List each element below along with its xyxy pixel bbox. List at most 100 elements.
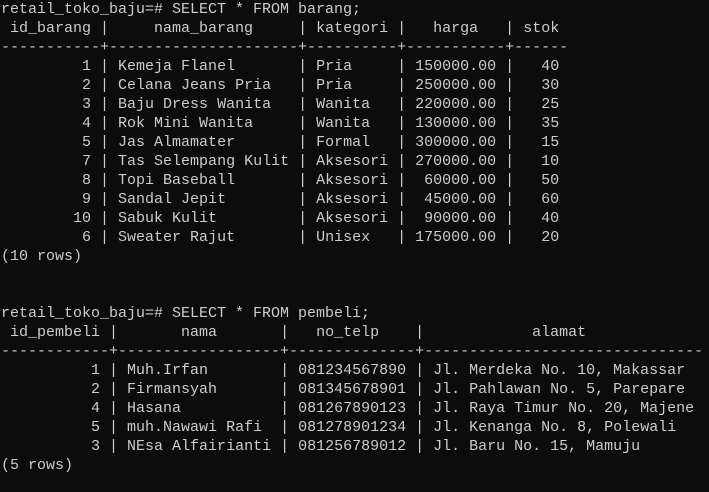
cell-nama: Muh.Irfan: [127, 362, 209, 379]
terminal-window[interactable]: retail_toko_baju=# SELECT * FROM barang;…: [0, 0, 709, 475]
column-header-no_telp: no_telp: [316, 324, 380, 341]
cell-nama_barang: Jas Almamater: [118, 134, 236, 151]
table-row: 7 | Tas Selempang Kulit | Aksesori | 270…: [82, 153, 560, 170]
cell-alamat: Jl. Baru No. 15, Mamuju: [433, 438, 641, 455]
cell-alamat: Jl. Raya Timur No. 20, Majene: [433, 400, 695, 417]
table-row: 5 | muh.Nawawi Rafi | 081278901234 | Jl.…: [91, 419, 677, 436]
cell-nama_barang: Sabuk Kulit: [118, 210, 218, 227]
cell-stok: 50: [541, 172, 560, 189]
table-row: 2 | Celana Jeans Pria | Pria | 250000.00…: [82, 77, 560, 94]
cell-id_barang: 10: [73, 210, 92, 227]
cell-stok: 35: [541, 115, 560, 132]
cell-id_pembeli: 1: [91, 362, 101, 379]
cell-id_barang: 5: [82, 134, 92, 151]
cell-id_barang: 4: [82, 115, 92, 132]
column-header-kategori: kategori: [316, 20, 389, 37]
table-row: 1 | Kemeja Flanel | Pria | 150000.00 | 4…: [82, 58, 560, 75]
table-separator: ------------+------------------+--------…: [1, 343, 704, 360]
cell-kategori: Wanita: [316, 96, 371, 113]
cell-kategori: Aksesori: [316, 191, 389, 208]
cell-harga: 270000.00: [415, 153, 497, 170]
row-count-text: (10 rows): [1, 248, 83, 265]
cell-harga: 175000.00: [415, 229, 497, 246]
table-row: 4 | Hasana | 081267890123 | Jl. Raya Tim…: [91, 400, 695, 417]
table-row: 3 | NEsa Alfairianti | 081256789012 | Jl…: [91, 438, 641, 455]
cell-id_barang: 7: [82, 153, 92, 170]
cell-kategori: Pria: [316, 77, 353, 94]
cell-nama_barang: Topi Baseball: [118, 172, 236, 189]
cell-no_telp: 081234567890: [298, 362, 407, 379]
cell-no_telp: 081267890123: [298, 400, 407, 417]
cell-harga: 45000.00: [424, 191, 497, 208]
cell-harga: 150000.00: [415, 58, 497, 75]
cell-stok: 60: [541, 191, 560, 208]
column-header-id_barang: id_barang: [10, 20, 92, 37]
cell-nama_barang: Sandal Jepit: [118, 191, 227, 208]
cell-stok: 30: [541, 77, 560, 94]
cell-stok: 40: [541, 58, 560, 75]
cell-id_barang: 9: [82, 191, 92, 208]
cell-nama: muh.Nawawi Rafi: [127, 419, 263, 436]
cell-stok: 20: [541, 229, 560, 246]
table-row: 9 | Sandal Jepit | Aksesori | 45000.00 |…: [82, 191, 560, 208]
prompt-text: retail_toko_baju=# SELECT * FROM pembeli…: [1, 305, 371, 322]
cell-id_barang: 2: [82, 77, 92, 94]
cell-alamat: Jl. Kenanga No. 8, Polewali: [433, 419, 677, 436]
cell-kategori: Aksesori: [316, 153, 389, 170]
table-header: id_barang | nama_barang | kategori | har…: [10, 20, 560, 37]
table-row: 8 | Topi Baseball | Aksesori | 60000.00 …: [82, 172, 560, 189]
cell-harga: 220000.00: [415, 96, 497, 113]
table-row: 10 | Sabuk Kulit | Aksesori | 90000.00 |…: [73, 210, 560, 227]
command-prompt: retail_toko_baju=# SELECT * FROM pembeli…: [1, 304, 709, 323]
row-count: (10 rows): [1, 247, 709, 266]
row-count: (5 rows): [1, 456, 709, 475]
cell-id_pembeli: 5: [91, 419, 101, 436]
cell-harga: 90000.00: [424, 210, 497, 227]
table-row: 2 | Firmansyah | 081345678901 | Jl. Pahl…: [91, 381, 686, 398]
cell-alamat: Jl. Merdeka No. 10, Makassar: [433, 362, 686, 379]
column-header-stok: stok: [523, 20, 560, 37]
cell-id_barang: 3: [82, 96, 92, 113]
cell-harga: 300000.00: [415, 134, 497, 151]
cell-id_pembeli: 3: [91, 438, 101, 455]
cell-nama_barang: Kemeja Flanel: [118, 58, 236, 75]
table-row: 1 | Muh.Irfan | 081234567890 | Jl. Merde…: [91, 362, 686, 379]
cell-nama: Hasana: [127, 400, 182, 417]
column-header-harga: harga: [433, 20, 479, 37]
cell-kategori: Unisex: [316, 229, 371, 246]
table-row: 4 | Rok Mini Wanita | Wanita | 130000.00…: [82, 115, 560, 132]
cell-nama_barang: Baju Dress Wanita: [118, 96, 272, 113]
column-header-nama: nama: [181, 324, 218, 341]
cell-no_telp: 081256789012: [298, 438, 407, 455]
cell-stok: 40: [541, 210, 560, 227]
cell-no_telp: 081278901234: [298, 419, 407, 436]
cell-stok: 15: [541, 134, 560, 151]
cell-nama_barang: Celana Jeans Pria: [118, 77, 272, 94]
cell-nama_barang: Rok Mini Wanita: [118, 115, 254, 132]
command-prompt: retail_toko_baju=# SELECT * FROM barang;: [1, 0, 709, 19]
table-row: 5 | Jas Almamater | Formal | 300000.00 |…: [82, 134, 560, 151]
cell-alamat: Jl. Pahlawan No. 5, Parepare: [433, 381, 686, 398]
cell-id_barang: 6: [82, 229, 92, 246]
cell-nama_barang: Sweater Rajut: [118, 229, 236, 246]
table-header: id_pembeli | nama | no_telp | alamat: [10, 324, 587, 341]
cell-harga: 60000.00: [424, 172, 497, 189]
table-separator: -----------+---------------------+------…: [1, 39, 569, 56]
cell-stok: 10: [541, 153, 560, 170]
row-count-text: (5 rows): [1, 457, 74, 474]
column-header-alamat: alamat: [532, 324, 587, 341]
cell-harga: 250000.00: [415, 77, 497, 94]
column-header-nama_barang: nama_barang: [154, 20, 254, 37]
cell-nama: NEsa Alfairianti: [127, 438, 272, 455]
cell-kategori: Aksesori: [316, 210, 389, 227]
cell-stok: 25: [541, 96, 560, 113]
cell-kategori: Formal: [316, 134, 371, 151]
table-row: 3 | Baju Dress Wanita | Wanita | 220000.…: [82, 96, 560, 113]
cell-id_barang: 8: [82, 172, 92, 189]
cell-no_telp: 081345678901: [298, 381, 407, 398]
cell-kategori: Aksesori: [316, 172, 389, 189]
cell-nama_barang: Tas Selempang Kulit: [118, 153, 290, 170]
cell-id_pembeli: 2: [91, 381, 101, 398]
